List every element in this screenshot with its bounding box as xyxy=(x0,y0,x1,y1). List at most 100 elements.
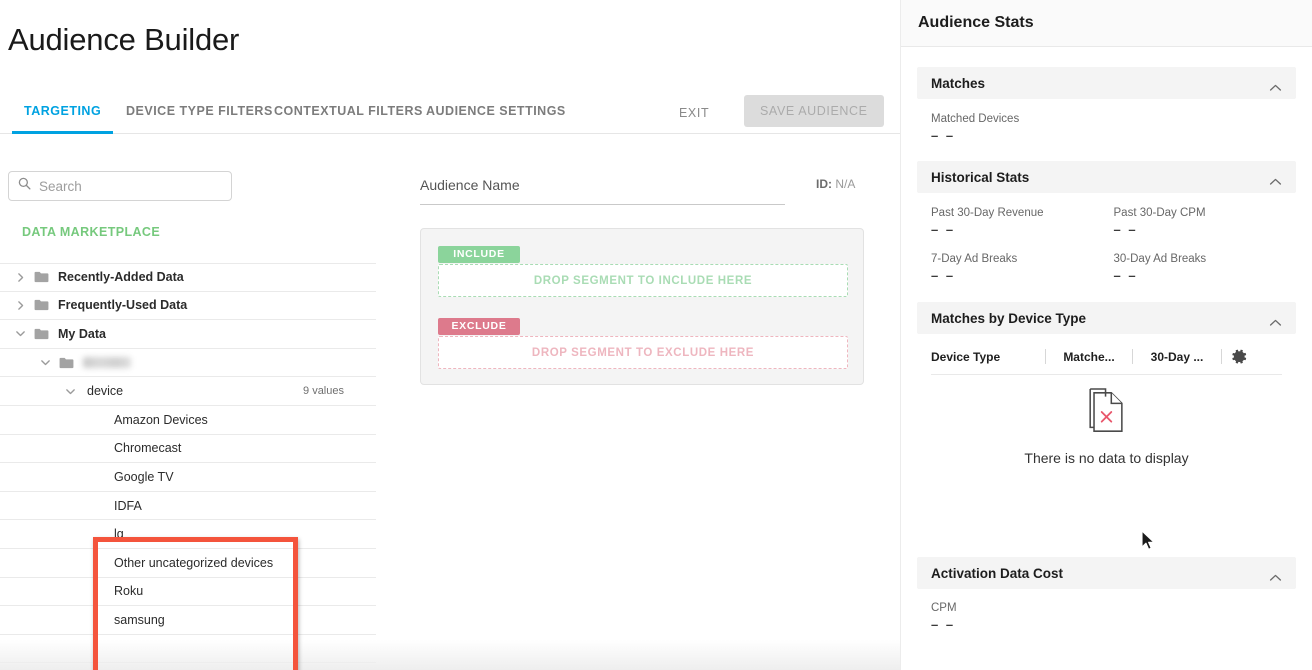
device-value-label: samsung xyxy=(114,612,165,627)
activation-stats: CPM – – xyxy=(901,589,1312,632)
tree-item-recently-added-data[interactable]: Recently-Added Data xyxy=(0,263,376,292)
section-matches[interactable]: Matches xyxy=(917,67,1296,99)
save-audience-button[interactable]: SAVE AUDIENCE xyxy=(744,95,884,127)
list-item-lg[interactable]: lg xyxy=(0,520,376,549)
section-title: Matches by Device Type xyxy=(931,310,1087,326)
tab-device-type-filters[interactable]: DEVICE TYPE FILTERS xyxy=(114,94,285,134)
tree-item-label: device xyxy=(87,384,124,399)
device-value-label: Chromecast xyxy=(114,441,182,456)
list-item[interactable] xyxy=(0,635,376,664)
historical-stats-row-2: 7-Day Ad Breaks – – 30-Day Ad Breaks – – xyxy=(901,237,1312,283)
device-value-label: Roku xyxy=(114,584,144,599)
include-dropzone[interactable]: DROP SEGMENT TO INCLUDE HERE xyxy=(438,264,848,297)
matched-devices-value: – – xyxy=(931,128,956,143)
column-header-device-type[interactable]: Device Type xyxy=(931,350,1045,364)
audience-stats-panel: Audience Stats Matches Matched Devices –… xyxy=(900,0,1312,670)
list-item-idfa[interactable]: IDFA xyxy=(0,491,376,521)
folder-icon xyxy=(59,357,74,369)
device-value-label: Other uncategorized devices xyxy=(114,555,274,570)
device-type-table-header: Device Type Matche... 30-Day ... xyxy=(931,334,1282,374)
section-matches-by-device-type[interactable]: Matches by Device Type xyxy=(917,302,1296,334)
device-type-empty-state: There is no data to display xyxy=(931,374,1282,479)
tree-item-device-field[interactable]: device 9 values xyxy=(0,377,376,406)
matched-devices-label: Matched Devices xyxy=(931,113,1020,125)
past-30-day-cpm: Past 30-Day CPM – – xyxy=(1114,207,1297,237)
audience-id: ID: N/A xyxy=(816,177,855,191)
chevron-right-icon xyxy=(14,271,27,284)
7-day-ad-breaks: 7-Day Ad Breaks – – xyxy=(931,253,1114,283)
exit-button[interactable]: EXIT xyxy=(679,94,709,132)
tab-audience-settings[interactable]: AUDIENCE SETTINGS xyxy=(414,94,578,134)
audience-stats-header: Audience Stats xyxy=(901,0,1312,47)
tab-targeting[interactable]: TARGETING xyxy=(12,94,114,134)
list-item-other-uncategorized-devices[interactable]: Other uncategorized devices xyxy=(0,548,376,578)
audience-name-input[interactable] xyxy=(420,177,785,193)
page-title: Audience Builder xyxy=(8,22,240,57)
device-value-label: lg xyxy=(114,527,124,542)
list-item-amazon-devices[interactable]: Amazon Devices xyxy=(0,405,376,435)
stat-value: – – xyxy=(931,222,956,237)
exclude-dropzone[interactable]: DROP SEGMENT TO EXCLUDE HERE xyxy=(438,336,848,369)
stat-value: – – xyxy=(1113,222,1138,237)
tab-contextual-filters[interactable]: CONTEXTUAL FILTERS xyxy=(262,94,435,134)
past-30-day-revenue: Past 30-Day Revenue – – xyxy=(931,207,1114,237)
column-header-30-day[interactable]: 30-Day ... xyxy=(1133,350,1221,364)
search-box[interactable] xyxy=(8,171,232,201)
cpm-label: CPM xyxy=(931,602,957,614)
chevron-right-icon xyxy=(14,299,27,312)
chevron-down-icon xyxy=(39,356,52,369)
audience-builder-page: Audience Builder TARGETING DEVICE TYPE F… xyxy=(0,0,1312,670)
audience-name-field[interactable] xyxy=(420,177,785,205)
gear-icon[interactable] xyxy=(1231,348,1248,365)
list-item-samsung[interactable]: samsung xyxy=(0,606,376,635)
chevron-down-icon xyxy=(64,385,77,398)
section-activation-data-cost[interactable]: Activation Data Cost xyxy=(917,557,1296,589)
column-divider xyxy=(1221,349,1222,364)
30-day-ad-breaks: 30-Day Ad Breaks – – xyxy=(1114,253,1297,283)
list-item-roku[interactable]: Roku xyxy=(0,577,376,607)
folder-icon xyxy=(34,271,49,283)
folder-icon xyxy=(34,299,49,311)
stat-label: 7-Day Ad Breaks xyxy=(931,253,1018,265)
search-input[interactable] xyxy=(39,178,222,194)
chevron-up-icon[interactable] xyxy=(1269,569,1282,581)
stat-label: Past 30-Day Revenue xyxy=(931,207,1044,219)
list-item-google-tv[interactable]: Google TV xyxy=(0,463,376,492)
section-title: Activation Data Cost xyxy=(931,565,1064,581)
chevron-up-icon[interactable] xyxy=(1269,79,1282,91)
folder-icon xyxy=(34,328,49,340)
document-error-icon xyxy=(1085,388,1128,441)
device-value-label: Amazon Devices xyxy=(114,412,208,427)
section-title: Historical Stats xyxy=(931,169,1030,185)
section-title: Matches xyxy=(931,75,986,91)
redacted-folder-name xyxy=(83,357,131,369)
tree-item-frequently-used-data[interactable]: Frequently-Used Data xyxy=(0,292,376,321)
device-value-label: IDFA xyxy=(114,498,142,513)
tab-bar: TARGETING DEVICE TYPE FILTERS CONTEXTUAL… xyxy=(0,94,900,134)
tree-item-my-data[interactable]: My Data xyxy=(0,320,376,349)
section-historical-stats[interactable]: Historical Stats xyxy=(917,161,1296,193)
audience-id-value: N/A xyxy=(835,177,856,191)
device-values-count: 9 values xyxy=(303,385,344,398)
empty-state-message: There is no data to display xyxy=(1024,450,1189,466)
chevron-up-icon[interactable] xyxy=(1269,173,1282,185)
chevron-up-icon[interactable] xyxy=(1269,314,1282,326)
search-icon xyxy=(18,177,39,195)
tree-item-label: Frequently-Used Data xyxy=(58,298,188,313)
tree-item-redacted-folder[interactable] xyxy=(0,349,376,378)
stat-label: Past 30-Day CPM xyxy=(1113,207,1206,219)
column-header-matches[interactable]: Matche... xyxy=(1046,350,1132,364)
stat-value: – – xyxy=(931,268,956,283)
main-content-area: Audience Builder TARGETING DEVICE TYPE F… xyxy=(0,0,900,670)
historical-stats-row-1: Past 30-Day Revenue – – Past 30-Day CPM … xyxy=(901,193,1312,237)
audience-stats-title: Audience Stats xyxy=(918,14,1034,31)
tree-item-label: My Data xyxy=(58,326,106,341)
stat-value: – – xyxy=(1113,268,1138,283)
data-tree: Recently-Added Data Frequently-Used Data xyxy=(0,263,376,664)
chevron-down-icon xyxy=(14,327,27,340)
audience-id-prefix: ID: xyxy=(816,177,832,191)
cpm-value: – – xyxy=(931,617,956,632)
data-marketplace-link[interactable]: DATA MARKETPLACE xyxy=(22,225,160,239)
list-item-chromecast[interactable]: Chromecast xyxy=(0,434,376,464)
device-value-label: Google TV xyxy=(114,469,174,484)
